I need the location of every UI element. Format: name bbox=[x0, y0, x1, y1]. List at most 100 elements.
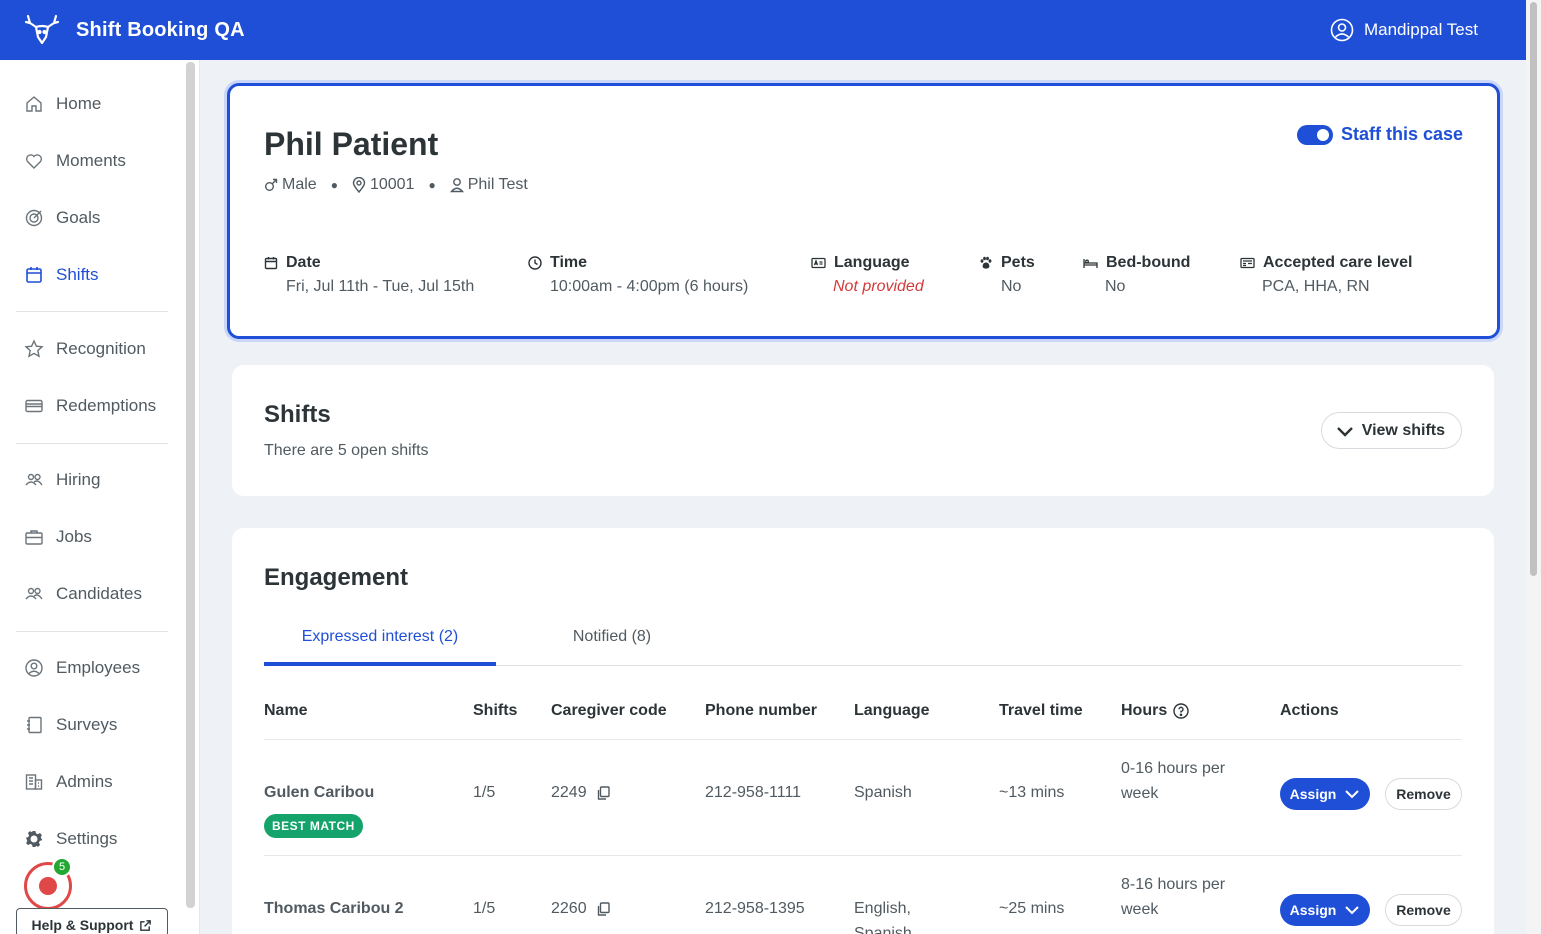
attr-care-level: Accepted care level PCA, HHA, RN bbox=[1240, 254, 1412, 296]
remove-button[interactable]: Remove bbox=[1385, 894, 1462, 926]
brand[interactable]: Shift Booking QA bbox=[24, 13, 245, 47]
people-icon bbox=[25, 473, 43, 486]
user-menu[interactable]: Mandippal Test bbox=[1330, 0, 1478, 60]
sidebar-item-shifts[interactable]: Shifts bbox=[16, 255, 168, 295]
sidebar-item-hiring[interactable]: Hiring bbox=[16, 460, 168, 500]
tab-expressed-interest[interactable]: Expressed interest (2) bbox=[264, 628, 496, 666]
sidebar-item-home[interactable]: Home bbox=[16, 84, 168, 124]
sidebar-item-jobs[interactable]: Jobs bbox=[16, 517, 168, 557]
remove-button[interactable]: Remove bbox=[1385, 778, 1462, 810]
pets-value: No bbox=[1001, 278, 1022, 295]
sidebar-item-recognition[interactable]: Recognition bbox=[16, 329, 168, 369]
separator-dot: ● bbox=[428, 178, 436, 192]
caregiver-name[interactable]: Gulen Caribou bbox=[264, 780, 374, 805]
toggle-switch[interactable] bbox=[1296, 124, 1333, 145]
copy-icon[interactable] bbox=[595, 785, 611, 801]
copy-icon[interactable] bbox=[595, 901, 611, 917]
sidebar-item-label: Employees bbox=[56, 658, 141, 677]
chevron-down-icon bbox=[1345, 906, 1360, 915]
sidebar-item-admins[interactable]: Admins bbox=[16, 762, 168, 802]
patient-zip: 10001 bbox=[369, 176, 415, 193]
phone-number: 212-958-1395 bbox=[705, 900, 805, 917]
home-icon bbox=[26, 96, 42, 112]
staff-case-toggle[interactable]: Staff this case bbox=[1296, 124, 1463, 145]
table-divider bbox=[264, 855, 1462, 856]
sidebar: Home Moments Goals Shifts Recognition Re… bbox=[0, 60, 200, 934]
sidebar-item-label: Settings bbox=[56, 829, 118, 848]
shifts-subtitle: There are 5 open shifts bbox=[264, 442, 429, 459]
view-shifts-button[interactable]: View shifts bbox=[1320, 412, 1462, 449]
patient-gender: Male bbox=[282, 176, 317, 193]
sidebar-divider bbox=[16, 443, 168, 444]
column-header-actions: Actions bbox=[1280, 702, 1339, 719]
engagement-card: Engagement Expressed interest (2) Notifi… bbox=[232, 528, 1494, 934]
sidebar-item-moments[interactable]: Moments bbox=[16, 141, 168, 181]
assign-label: Assign bbox=[1289, 786, 1337, 802]
sidebar-item-label: Shifts bbox=[56, 265, 99, 284]
sidebar-item-employees[interactable]: Employees bbox=[16, 648, 168, 688]
toggle-knob bbox=[1316, 128, 1329, 141]
caregiver-code: 2260 bbox=[551, 896, 611, 921]
user-circle-icon bbox=[25, 659, 43, 677]
sidebar-item-settings[interactable]: Settings bbox=[16, 819, 168, 859]
sidebar-item-label: Goals bbox=[56, 208, 101, 227]
chevron-down-icon bbox=[1336, 426, 1353, 437]
sidebar-scrollbar[interactable] bbox=[186, 62, 195, 908]
sidebar-item-redemptions[interactable]: Redemptions bbox=[16, 386, 168, 426]
time-label: Time bbox=[550, 254, 588, 271]
assign-button[interactable]: Assign bbox=[1280, 894, 1370, 926]
bedbound-label: Bed-bound bbox=[1106, 254, 1191, 271]
tab-notified[interactable]: Notified (8) bbox=[496, 628, 728, 666]
sidebar-item-label: Jobs bbox=[56, 527, 92, 546]
language-label: Language bbox=[834, 254, 910, 271]
column-header-language: Language bbox=[854, 702, 930, 719]
sidebar-item-surveys[interactable]: Surveys bbox=[16, 705, 168, 745]
separator-dot: ● bbox=[330, 178, 338, 192]
help-support-label: Help & Support bbox=[31, 917, 134, 933]
briefcase-icon bbox=[25, 530, 43, 545]
card-icon bbox=[25, 399, 43, 413]
attr-pets: Pets No bbox=[979, 254, 1035, 296]
building-icon bbox=[25, 774, 43, 790]
sidebar-item-label: Candidates bbox=[56, 584, 143, 603]
help-support-button[interactable]: Help & Support bbox=[16, 908, 168, 934]
best-match-badge: BEST MATCH bbox=[264, 814, 363, 838]
travel-time: ~13 mins bbox=[999, 784, 1065, 801]
assign-label: Assign bbox=[1289, 902, 1337, 918]
care-level-label: Accepted care level bbox=[1263, 254, 1413, 271]
sidebar-item-candidates[interactable]: Candidates bbox=[16, 574, 168, 614]
caregiver-language: English, Spanish bbox=[854, 900, 912, 934]
patient-meta: Male ● 10001 ● Phil Test bbox=[264, 176, 528, 194]
view-shifts-label: View shifts bbox=[1361, 421, 1445, 439]
shifts-title: Shifts bbox=[264, 401, 331, 428]
male-icon bbox=[265, 178, 278, 191]
app-title: Shift Booking QA bbox=[76, 18, 245, 41]
calendar-icon bbox=[26, 267, 42, 283]
sidebar-divider bbox=[16, 631, 168, 632]
person-icon bbox=[449, 178, 464, 193]
column-header-phone: Phone number bbox=[705, 702, 818, 719]
deer-logo-icon bbox=[24, 14, 60, 45]
table-divider bbox=[264, 739, 1462, 740]
shifts-card: Shifts There are 5 open shifts View shif… bbox=[232, 365, 1494, 496]
people-icon bbox=[25, 587, 43, 600]
clock-icon bbox=[528, 256, 542, 270]
chevron-down-icon bbox=[1345, 790, 1360, 799]
page-scrollbar-thumb[interactable] bbox=[1530, 2, 1537, 576]
page-scrollbar[interactable] bbox=[1526, 0, 1541, 934]
shifts-count: 1/5 bbox=[473, 900, 496, 917]
caregiver-name[interactable]: Thomas Caribou 2 bbox=[264, 896, 404, 921]
sidebar-item-label: Redemptions bbox=[56, 396, 157, 415]
column-header-caregiver-code: Caregiver code bbox=[551, 702, 667, 719]
sidebar-item-goals[interactable]: Goals bbox=[16, 198, 168, 238]
caregiver-code-value: 2260 bbox=[551, 900, 587, 917]
language-card-icon bbox=[811, 257, 826, 269]
notification-count-badge: 5 bbox=[52, 857, 72, 877]
sidebar-item-label: Admins bbox=[56, 772, 113, 791]
gear-icon bbox=[26, 831, 42, 847]
caregiver-language: Spanish bbox=[854, 784, 912, 801]
help-circle-icon[interactable] bbox=[1173, 703, 1189, 719]
column-header-hours: Hours bbox=[1121, 702, 1189, 720]
top-bar: Shift Booking QA Mandippal Test bbox=[0, 0, 1526, 60]
assign-button[interactable]: Assign bbox=[1280, 778, 1370, 810]
